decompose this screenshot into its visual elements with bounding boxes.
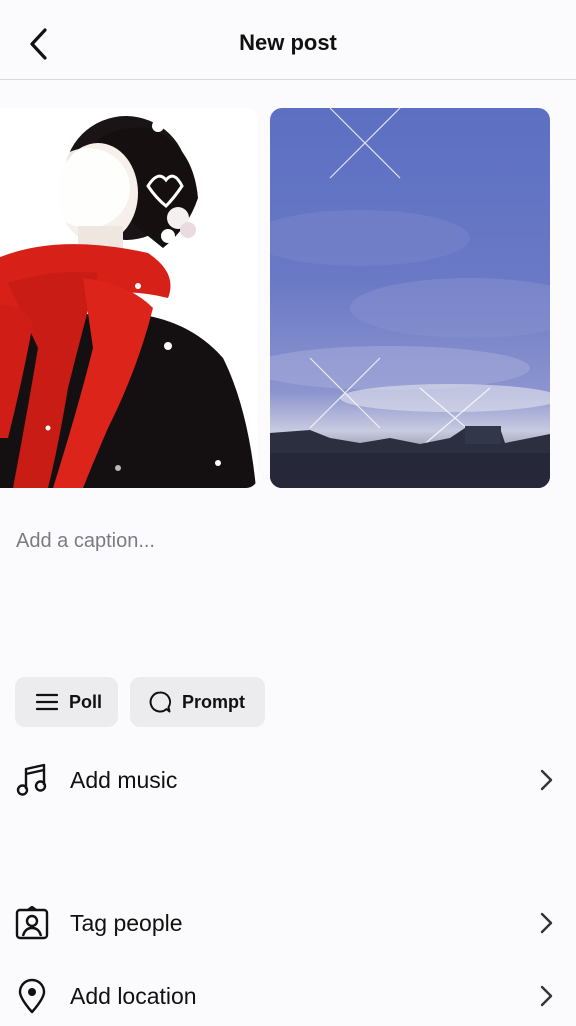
chevron-right-icon (534, 984, 558, 1008)
music-note-icon (14, 762, 50, 798)
list-icon (35, 690, 59, 714)
media-item[interactable] (0, 108, 258, 488)
top-bar: New post (0, 0, 576, 80)
prompt-label: Prompt (182, 691, 245, 712)
tag-people-row[interactable]: Tag people (0, 893, 576, 953)
photo-portrait (0, 108, 258, 488)
media-item[interactable] (270, 108, 550, 488)
location-pin-icon (14, 978, 50, 1014)
prompt-button[interactable]: Prompt (130, 677, 265, 727)
add-music-row[interactable]: Add music (0, 750, 576, 810)
media-carousel[interactable] (0, 108, 576, 490)
person-tag-icon (14, 905, 50, 941)
speech-bubble-icon (148, 690, 172, 714)
tag-people-label: Tag people (70, 910, 183, 936)
chevron-right-icon (534, 768, 558, 792)
poll-label: Poll (68, 691, 102, 712)
photo-sky (270, 108, 550, 488)
chevron-right-icon (534, 911, 558, 935)
caption-input[interactable]: Add a caption... (16, 530, 556, 553)
add-location-label: Add location (70, 983, 197, 1009)
add-location-row[interactable]: Add location (0, 966, 576, 1026)
add-music-label: Add music (70, 767, 178, 793)
poll-button[interactable]: Poll (15, 677, 118, 727)
page-title: New post (239, 30, 337, 55)
